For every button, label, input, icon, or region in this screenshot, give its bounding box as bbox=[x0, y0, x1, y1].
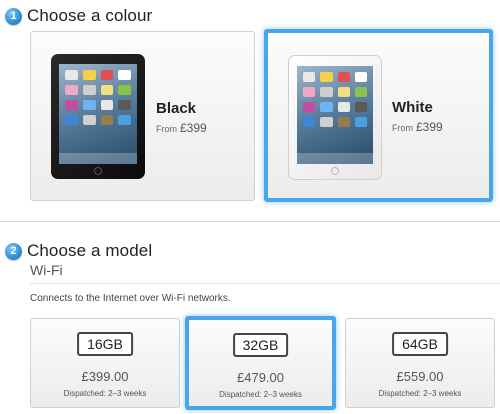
step-1-header: 1 Choose a colour bbox=[5, 6, 152, 26]
capacity-label-64gb: 64GB bbox=[392, 332, 448, 356]
colour-option-black[interactable]: Black From £399 bbox=[30, 31, 255, 201]
model-option-16gb[interactable]: 16GB £399.00 Dispatched: 2–3 weeks bbox=[30, 318, 180, 408]
dispatch-16gb: Dispatched: 2–3 weeks bbox=[63, 389, 147, 398]
step-1-badge: 1 bbox=[5, 7, 22, 25]
dispatch-64gb: Dispatched: 2–3 weeks bbox=[378, 389, 462, 398]
model-price-64gb: £559.00 bbox=[396, 369, 444, 384]
colour-price-white: From £399 bbox=[392, 120, 443, 134]
step-2-header: 2 Choose a model bbox=[5, 241, 152, 261]
colour-name-white: White bbox=[392, 99, 433, 116]
section-divider bbox=[0, 221, 500, 222]
colour-option-white[interactable]: White From £399 bbox=[264, 29, 493, 202]
subhead-divider bbox=[30, 283, 500, 284]
model-option-64gb[interactable]: 64GB £559.00 Dispatched: 2–3 weeks bbox=[345, 318, 495, 408]
capacity-label-32gb: 32GB bbox=[232, 333, 289, 357]
model-price-16gb: £399.00 bbox=[81, 369, 129, 384]
ipad-black-image bbox=[51, 54, 145, 179]
step-2-title: Choose a model bbox=[27, 241, 153, 260]
colour-price-black: From £399 bbox=[156, 121, 207, 135]
model-option-32gb[interactable]: 32GB £479.00 Dispatched: 2–3 weeks bbox=[185, 316, 336, 410]
model-description: Connects to the Internet over Wi-Fi netw… bbox=[30, 293, 231, 304]
model-type-heading: Wi-Fi bbox=[30, 262, 63, 278]
colour-name-black: Black bbox=[156, 100, 197, 117]
step-2-badge: 2 bbox=[5, 242, 22, 260]
model-price-32gb: £479.00 bbox=[237, 370, 284, 385]
step-1-title: Choose a colour bbox=[27, 6, 153, 25]
capacity-label-16gb: 16GB bbox=[77, 332, 133, 356]
ipad-white-image bbox=[288, 55, 382, 180]
dispatch-32gb: Dispatched: 2–3 weeks bbox=[219, 390, 302, 399]
